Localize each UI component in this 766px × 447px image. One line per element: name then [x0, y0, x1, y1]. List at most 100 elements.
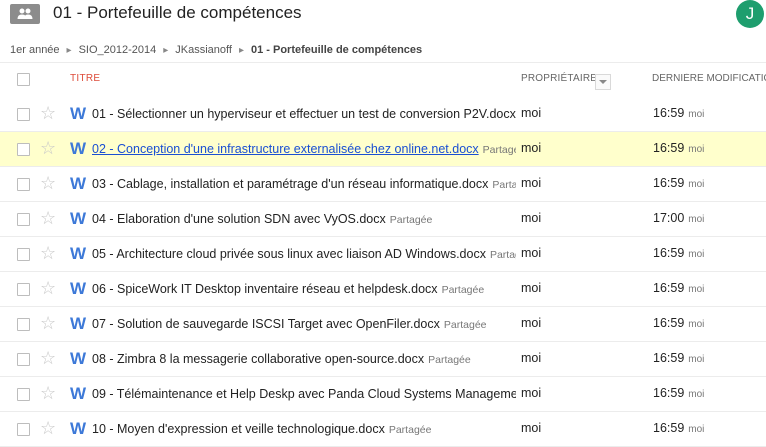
modified-cell: 17:00 moi: [653, 211, 704, 225]
modified-cell: 16:59 moi: [653, 176, 704, 190]
row-checkbox[interactable]: [17, 388, 30, 401]
owner-cell: moi: [521, 386, 542, 400]
modified-by: moi: [688, 249, 705, 260]
modified-time: 16:59: [653, 281, 685, 295]
table-row[interactable]: ☆ W 05 - Architecture cloud privée sous li…: [0, 237, 766, 272]
modified-time: 17:00: [653, 211, 685, 225]
table-row[interactable]: ☆ W 04 - Elaboration d'une solution SDN av…: [0, 202, 766, 237]
word-doc-icon: W: [70, 209, 86, 228]
file-name-cell[interactable]: 05 - Architecture cloud privée sous linu…: [92, 246, 516, 263]
modified-time: 16:59: [653, 386, 685, 400]
table-row[interactable]: ☆ W 08 - Zimbra 8 la messagerie collaborat…: [0, 342, 766, 377]
word-doc-icon: W: [70, 244, 86, 263]
owner-filter-dropdown[interactable]: [595, 74, 611, 90]
modified-time: 16:59: [653, 106, 685, 120]
shared-label: Partagée: [389, 214, 433, 226]
table-row[interactable]: ☆ W 09 - Télémaintenance et Help Deskp ave…: [0, 377, 766, 412]
file-name-cell[interactable]: 02 - Conception d'une infrastructure ext…: [92, 141, 516, 158]
file-name-cell[interactable]: 09 - Télémaintenance et Help Deskp avec …: [92, 386, 516, 403]
file-name[interactable]: 09 - Télémaintenance et Help Deskp avec …: [92, 387, 516, 401]
table-row[interactable]: ☆ W 10 - Moyen d'expression et veille tech…: [0, 412, 766, 447]
file-name-cell[interactable]: 04 - Elaboration d'une solution SDN avec…: [92, 211, 516, 228]
star-icon[interactable]: ☆: [40, 174, 56, 192]
star-icon[interactable]: ☆: [40, 139, 56, 157]
shared-label: Partagée: [388, 424, 432, 436]
shared-label: Partagée: [443, 319, 487, 331]
file-name-cell[interactable]: 03 - Cablage, installation et paramétrag…: [92, 176, 516, 193]
file-name-cell[interactable]: 08 - Zimbra 8 la messagerie collaborativ…: [92, 351, 516, 368]
word-doc-icon: W: [70, 314, 86, 333]
column-header-modified[interactable]: DERNIÈRE MODIFICATION: [652, 73, 766, 84]
row-checkbox[interactable]: [17, 353, 30, 366]
modified-cell: 16:59 moi: [653, 246, 704, 260]
list-header: TITRE PROPRIÉTAIRE DERNIÈRE MODIFICATION: [0, 62, 766, 98]
column-header-title[interactable]: TITRE: [70, 73, 100, 84]
word-doc-icon: W: [70, 174, 86, 193]
table-row[interactable]: ☆ W 06 - SpiceWork IT Desktop inventaire r…: [0, 272, 766, 307]
owner-cell: moi: [521, 351, 542, 365]
shared-label: Partagée: [428, 354, 471, 366]
shared-label: Partagée: [441, 284, 485, 296]
file-name[interactable]: 03 - Cablage, installation et paramétrag…: [92, 177, 488, 191]
word-doc-icon: W: [70, 349, 86, 368]
row-checkbox[interactable]: [17, 108, 30, 121]
modified-by: moi: [688, 214, 705, 225]
modified-by: moi: [688, 179, 705, 190]
row-checkbox[interactable]: [17, 248, 30, 261]
row-checkbox[interactable]: [17, 283, 30, 296]
table-row[interactable]: ☆ W 01 - Sélectionner un hyperviseur et ef…: [0, 97, 766, 132]
word-doc-icon: W: [70, 104, 86, 123]
row-checkbox[interactable]: [17, 318, 30, 331]
breadcrumb-item-sio[interactable]: SIO_2012-2014: [79, 44, 157, 56]
select-all-checkbox[interactable]: [17, 73, 30, 86]
star-icon[interactable]: ☆: [40, 419, 56, 437]
modified-time: 16:59: [653, 176, 685, 190]
breadcrumb-item-jkassianoff[interactable]: JKassianoff: [175, 44, 232, 56]
owner-cell: moi: [521, 281, 542, 295]
file-name[interactable]: 06 - SpiceWork IT Desktop inventaire rés…: [92, 282, 438, 296]
chevron-right-icon: ▸: [238, 44, 244, 56]
modified-by: moi: [688, 144, 705, 155]
star-icon[interactable]: ☆: [40, 279, 56, 297]
column-header-owner[interactable]: PROPRIÉTAIRE: [521, 73, 597, 84]
file-name-cell[interactable]: 10 - Moyen d'expression et veille techno…: [92, 421, 516, 438]
owner-cell: moi: [521, 211, 542, 225]
table-row[interactable]: ☆ W 03 - Cablage, installation et paramétr…: [0, 167, 766, 202]
file-name[interactable]: 08 - Zimbra 8 la messagerie collaborativ…: [92, 352, 424, 366]
chevron-right-icon: ▸: [66, 44, 72, 56]
file-name[interactable]: 01 - Sélectionner un hyperviseur et effe…: [92, 107, 516, 121]
table-row[interactable]: ☆ W 07 - Solution de sauvegarde ISCSI Targ…: [0, 307, 766, 342]
row-checkbox[interactable]: [17, 213, 30, 226]
star-icon[interactable]: ☆: [40, 349, 56, 367]
file-name[interactable]: 07 - Solution de sauvegarde ISCSI Target…: [92, 317, 440, 331]
file-name[interactable]: 05 - Architecture cloud privée sous linu…: [92, 247, 486, 261]
table-row[interactable]: ☆ W 02 - Conception d'une infrastructure e…: [0, 132, 766, 167]
modified-cell: 16:59 moi: [653, 281, 704, 295]
row-checkbox[interactable]: [17, 178, 30, 191]
file-name-cell[interactable]: 07 - Solution de sauvegarde ISCSI Target…: [92, 316, 516, 333]
modified-time: 16:59: [653, 246, 685, 260]
file-name-cell[interactable]: 06 - SpiceWork IT Desktop inventaire rés…: [92, 281, 516, 298]
star-icon[interactable]: ☆: [40, 209, 56, 227]
word-doc-icon: W: [70, 139, 86, 158]
file-name-cell[interactable]: 01 - Sélectionner un hyperviseur et effe…: [92, 106, 516, 123]
owner-cell: moi: [521, 316, 542, 330]
modified-cell: 16:59 moi: [653, 351, 704, 365]
file-name[interactable]: 04 - Elaboration d'une solution SDN avec…: [92, 212, 386, 226]
row-checkbox[interactable]: [17, 423, 30, 436]
breadcrumb: 1er année ▸ SIO_2012-2014 ▸ JKassianoff …: [10, 40, 422, 60]
star-icon[interactable]: ☆: [40, 244, 56, 262]
star-icon[interactable]: ☆: [40, 384, 56, 402]
modified-cell: 16:59 moi: [653, 106, 704, 120]
account-avatar[interactable]: J: [736, 0, 764, 28]
star-icon[interactable]: ☆: [40, 314, 56, 332]
word-doc-icon: W: [70, 419, 86, 438]
modified-by: moi: [688, 319, 705, 330]
owner-cell: moi: [521, 421, 542, 435]
page-header: 01 - Portefeuille de compétences J: [0, 0, 766, 34]
file-name[interactable]: 02 - Conception d'une infrastructure ext…: [92, 142, 479, 156]
file-name[interactable]: 10 - Moyen d'expression et veille techno…: [92, 422, 385, 436]
row-checkbox[interactable]: [17, 143, 30, 156]
star-icon[interactable]: ☆: [40, 104, 56, 122]
breadcrumb-item-1er-annee[interactable]: 1er année: [10, 44, 60, 56]
